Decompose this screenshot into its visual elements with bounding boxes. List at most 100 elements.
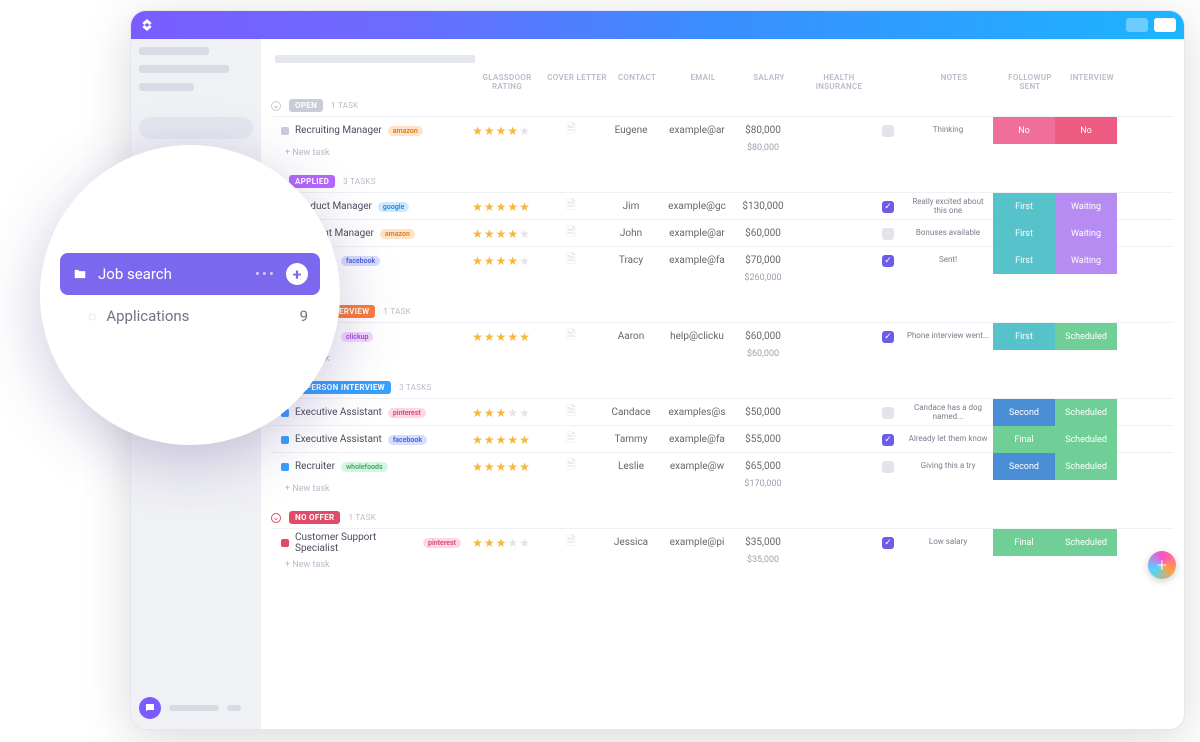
health-insurance-checkbox[interactable]: ✓ [882,434,894,446]
salary-cell[interactable]: $130,000 [733,201,793,212]
email-cell[interactable]: help@clicku [661,331,733,342]
email-cell[interactable]: example@pi [661,537,733,548]
followup-cell[interactable]: Second [993,453,1055,480]
column-header[interactable]: FOLLOWUP SENT [999,73,1061,91]
sidebar-folder-job-search[interactable]: Job search ••• + [60,253,320,295]
email-cell[interactable]: example@ar [661,125,733,136]
contact-cell[interactable]: Leslie [601,461,661,472]
health-insurance-checkbox[interactable]: ✓ [882,255,894,267]
window-button-1[interactable] [1126,18,1148,32]
chat-button[interactable] [139,697,161,719]
health-insurance-checkbox[interactable]: ✓ [882,331,894,343]
followup-cell[interactable]: First [993,220,1055,247]
health-insurance-checkbox[interactable] [882,407,894,419]
notes-cell[interactable]: Really excited about this one [903,198,993,216]
company-tag[interactable]: wholefoods [341,462,388,472]
glassdoor-rating[interactable]: ★★★★★ [461,406,541,420]
folder-menu-icon[interactable]: ••• [255,265,276,283]
group-header[interactable]: ⌄OPEN1 TASK [271,95,1174,116]
new-task-fab[interactable]: + [1148,551,1176,579]
contact-cell[interactable]: Tracy [601,255,661,266]
followup-cell[interactable]: Final [993,529,1055,556]
health-insurance-checkbox[interactable] [882,125,894,137]
email-cell[interactable]: example@gc [661,201,733,212]
company-tag[interactable]: facebook [388,435,427,445]
contact-cell[interactable]: Eugene [601,125,661,136]
glassdoor-rating[interactable]: ★★★★★ [461,124,541,138]
column-header[interactable]: INTERVIEW [1061,73,1123,91]
interview-cell[interactable]: Waiting [1055,193,1117,220]
cover-letter-icon[interactable]: 🗎 [541,196,601,217]
task-row[interactable]: Recruiting Manageramazon★★★★★🗎Eugeneexam… [271,116,1174,143]
collapse-icon[interactable]: ⌄ [271,101,281,111]
cover-letter-icon[interactable]: 🗎 [541,326,601,347]
company-tag[interactable]: pinterest [423,538,461,548]
contact-cell[interactable]: Jessica [601,537,661,548]
task-row[interactable]: Account Manageramazon★★★★★🗎Johnexample@a… [271,219,1174,246]
column-header[interactable]: CONTACT [607,73,667,91]
company-tag[interactable]: amazon [388,126,423,136]
health-insurance-checkbox[interactable] [882,228,894,240]
task-row[interactable]: Recruiterfacebook★★★★★🗎Tracyexample@fa$7… [271,246,1174,273]
salary-cell[interactable]: $60,000 [733,331,793,342]
group-header[interactable]: ⌄NO OFFER1 TASK [271,507,1174,528]
column-header[interactable]: HEALTH INSURANCE [799,73,879,91]
interview-cell[interactable]: Scheduled [1055,399,1117,426]
cover-letter-icon[interactable]: 🗎 [541,250,601,271]
sidebar-list-applications[interactable]: ◌ Applications 9 [60,295,320,337]
task-row[interactable]: Executive Assistantfacebook★★★★★🗎Tammyex… [271,425,1174,452]
salary-cell[interactable]: $50,000 [733,407,793,418]
interview-cell[interactable]: Scheduled [1055,426,1117,453]
cover-letter-icon[interactable]: 🗎 [541,120,601,141]
column-header[interactable] [277,73,467,91]
collapse-icon[interactable]: ⌄ [271,513,281,523]
followup-cell[interactable]: No [993,117,1055,144]
task-row[interactable]: Recruiterwholefoods★★★★★🗎Leslieexample@w… [271,452,1174,479]
health-insurance-checkbox[interactable] [882,461,894,473]
task-row[interactable]: Executive Assistantpinterest★★★★★🗎Candac… [271,398,1174,425]
glassdoor-rating[interactable]: ★★★★★ [461,254,541,268]
task-row[interactable]: Customer Support Specialistpinterest★★★★… [271,528,1174,555]
salary-cell[interactable]: $35,000 [733,537,793,548]
contact-cell[interactable]: Tammy [601,434,661,445]
email-cell[interactable]: example@fa [661,434,733,445]
health-insurance-checkbox[interactable]: ✓ [882,537,894,549]
salary-cell[interactable]: $65,000 [733,461,793,472]
contact-cell[interactable]: Jim [601,201,661,212]
notes-cell[interactable]: Thinking [903,126,993,135]
health-insurance-checkbox[interactable]: ✓ [882,201,894,213]
interview-cell[interactable]: Scheduled [1055,529,1117,556]
followup-cell[interactable]: Second [993,399,1055,426]
glassdoor-rating[interactable]: ★★★★★ [461,200,541,214]
glassdoor-rating[interactable]: ★★★★★ [461,330,541,344]
column-header[interactable]: SALARY [739,73,799,91]
task-row[interactable]: Recruiterclickup★★★★★🗎Aaronhelp@clicku$6… [271,322,1174,349]
notes-cell[interactable]: Bonuses available [903,229,993,238]
salary-cell[interactable]: $70,000 [733,255,793,266]
group-header[interactable]: ⌄IN PERSON INTERVIEW3 TASKS [271,377,1174,398]
new-task-button[interactable]: + New task [271,555,461,575]
sidebar-search[interactable] [139,117,253,139]
interview-cell[interactable]: Waiting [1055,220,1117,247]
notes-cell[interactable]: Giving this a try [903,462,993,471]
interview-cell[interactable]: No [1055,117,1117,144]
add-list-button[interactable]: + [286,263,308,285]
notes-cell[interactable]: Phone interview went... [903,332,993,341]
task-row[interactable]: Product Managergoogle★★★★★🗎Jimexample@gc… [271,192,1174,219]
column-header[interactable]: EMAIL [667,73,739,91]
email-cell[interactable]: example@w [661,461,733,472]
cover-letter-icon[interactable]: 🗎 [541,429,601,450]
followup-cell[interactable]: First [993,193,1055,220]
interview-cell[interactable]: Scheduled [1055,323,1117,350]
column-header[interactable]: NOTES [909,73,999,91]
group-header[interactable]: ⌄PHONE INTERVIEW1 TASK [271,301,1174,322]
glassdoor-rating[interactable]: ★★★★★ [461,460,541,474]
cover-letter-icon[interactable]: 🗎 [541,532,601,553]
company-tag[interactable]: facebook [341,256,380,266]
salary-cell[interactable]: $80,000 [733,125,793,136]
cover-letter-icon[interactable]: 🗎 [541,456,601,477]
glassdoor-rating[interactable]: ★★★★★ [461,536,541,550]
column-header[interactable]: GLASSDOOR RATING [467,73,547,91]
group-header[interactable]: ⌄APPLIED3 TASKS [271,171,1174,192]
email-cell[interactable]: examples@s [661,407,733,418]
